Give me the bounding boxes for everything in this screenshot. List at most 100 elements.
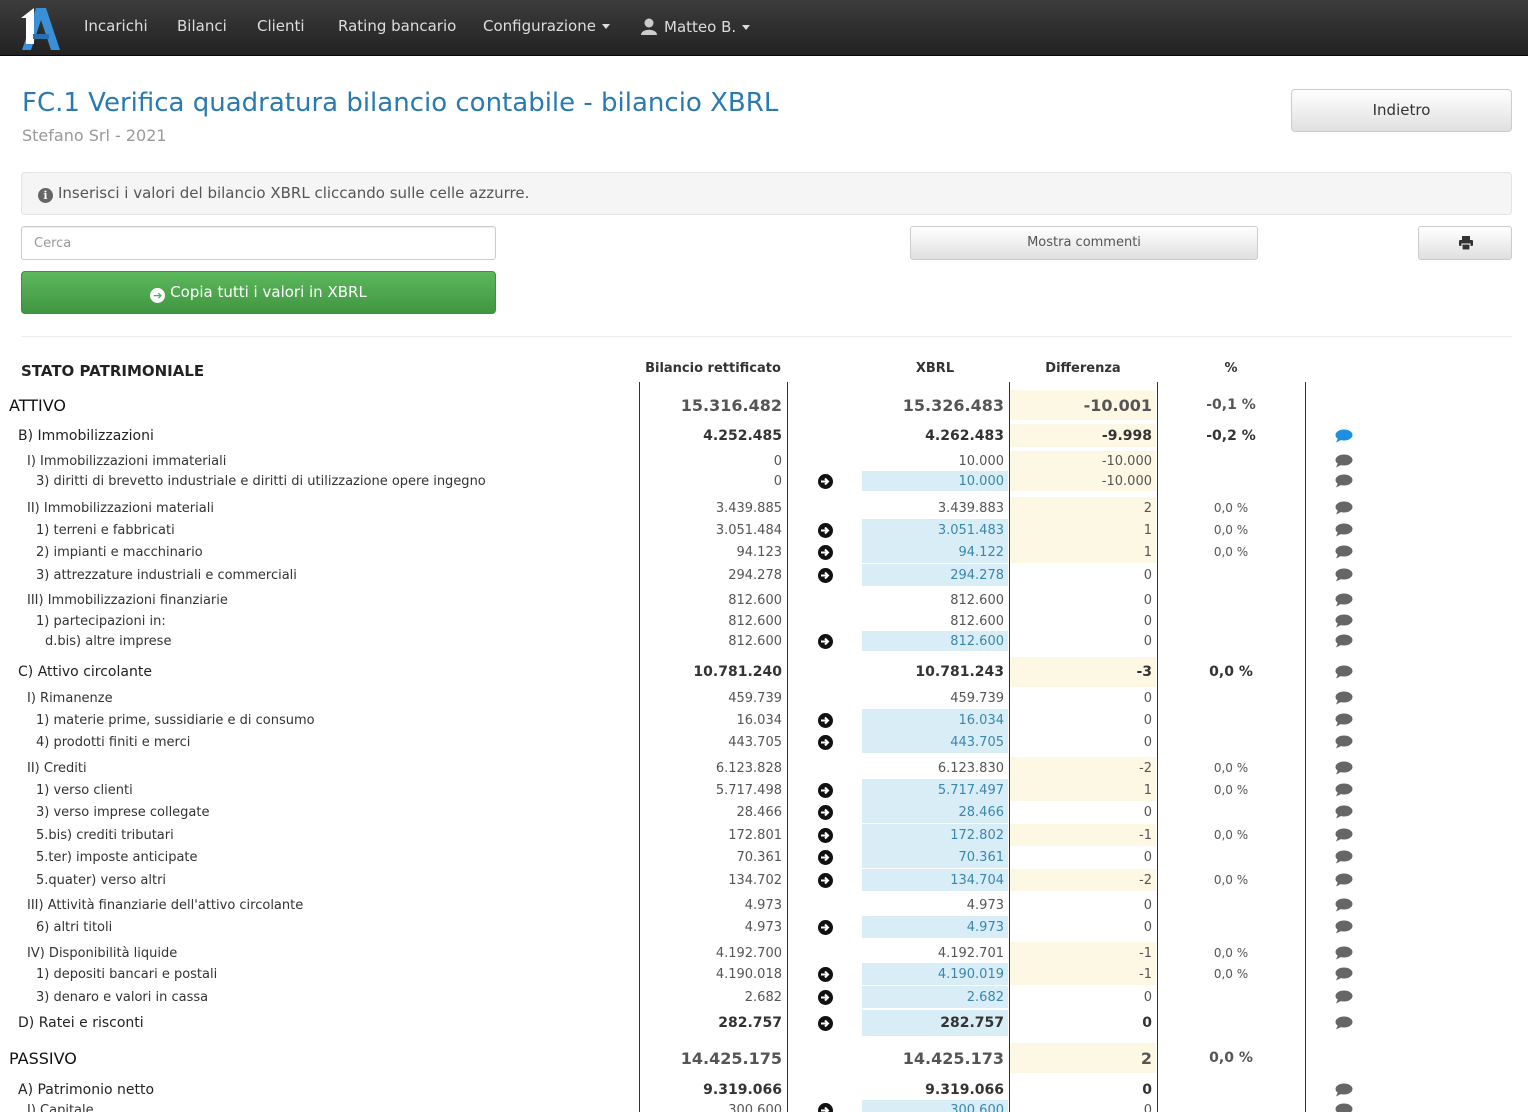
xbrl-value-input[interactable]: 172.802 xyxy=(862,824,1008,846)
copy-arrow-cell xyxy=(812,757,838,779)
comment-button[interactable] xyxy=(1332,424,1356,447)
comment-button[interactable] xyxy=(1332,709,1356,731)
comment-button[interactable] xyxy=(1332,846,1356,868)
arrow-circle-right-icon[interactable] xyxy=(817,734,833,750)
nav-incarichi[interactable]: Incarichi xyxy=(84,17,148,35)
app-logo-icon[interactable] xyxy=(16,4,64,52)
xbrl-value-input[interactable]: 70.361 xyxy=(862,846,1008,868)
comment-button[interactable] xyxy=(1332,1100,1356,1112)
comment-button[interactable] xyxy=(1332,590,1356,610)
xbrl-value-input[interactable]: 294.278 xyxy=(862,564,1008,586)
copy-arrow-cell[interactable] xyxy=(812,801,838,823)
copy-arrow-cell[interactable] xyxy=(812,846,838,868)
copy-arrow-cell[interactable] xyxy=(812,986,838,1008)
comment-button[interactable] xyxy=(1332,869,1356,891)
copy-arrow-cell[interactable] xyxy=(812,963,838,985)
arrow-circle-right-icon[interactable] xyxy=(817,473,833,489)
xbrl-value-input[interactable]: 94.122 xyxy=(862,541,1008,563)
difference-value: 0 xyxy=(1143,567,1152,583)
copy-arrow-cell[interactable] xyxy=(812,1010,838,1036)
xbrl-value-input[interactable]: 28.466 xyxy=(862,801,1008,823)
copy-arrow-cell[interactable] xyxy=(812,779,838,801)
comment-button[interactable] xyxy=(1332,1010,1356,1036)
copy-arrow-cell[interactable] xyxy=(812,869,838,891)
xbrl-value-input[interactable]: 134.704 xyxy=(862,869,1008,891)
table-row: 1) verso clienti 5.717.498 5.717.497 1 0,0 % xyxy=(0,779,1528,801)
arrow-circle-right-icon[interactable] xyxy=(817,989,833,1005)
xbrl-value-input[interactable]: 3.051.483 xyxy=(862,519,1008,541)
comment-button[interactable] xyxy=(1332,631,1356,651)
back-button[interactable]: Indietro xyxy=(1291,89,1512,132)
comment-bubble-icon xyxy=(1335,691,1353,705)
comment-button[interactable] xyxy=(1332,541,1356,563)
arrow-circle-right-icon[interactable] xyxy=(817,712,833,728)
arrow-circle-right-icon[interactable] xyxy=(817,567,833,583)
comment-button[interactable] xyxy=(1332,963,1356,985)
copy-arrow-cell[interactable] xyxy=(812,731,838,753)
comment-button[interactable] xyxy=(1332,986,1356,1008)
xbrl-value-input[interactable]: 2.682 xyxy=(862,986,1008,1008)
copy-all-to-xbrl-button[interactable]: ➔ Copia tutti i valori in XBRL xyxy=(21,271,496,314)
nav-rating-bancario[interactable]: Rating bancario xyxy=(338,17,456,35)
copy-arrow-cell[interactable] xyxy=(812,519,838,541)
xbrl-value-input[interactable]: 10.000 xyxy=(862,471,1008,491)
xbrl-value-input[interactable]: 812.600 xyxy=(862,631,1008,651)
nav-bilanci[interactable]: Bilanci xyxy=(177,17,227,35)
comment-button[interactable] xyxy=(1332,757,1356,779)
comment-button[interactable] xyxy=(1332,916,1356,938)
arrow-circle-right-icon[interactable] xyxy=(817,849,833,865)
copy-arrow-cell[interactable] xyxy=(812,541,838,563)
xbrl-value-input[interactable]: 300.600 xyxy=(862,1100,1008,1112)
copy-arrow-cell[interactable] xyxy=(812,564,838,586)
comment-button[interactable] xyxy=(1332,942,1356,964)
comment-button[interactable] xyxy=(1332,657,1356,687)
copy-arrow-cell[interactable] xyxy=(812,1100,838,1112)
column-header-bilancio: Bilancio rettificato xyxy=(645,361,781,376)
arrow-circle-right-icon[interactable] xyxy=(817,872,833,888)
comment-button[interactable] xyxy=(1332,471,1356,491)
comment-bubble-icon xyxy=(1335,946,1353,960)
arrow-circle-right-icon[interactable] xyxy=(817,827,833,843)
comment-button[interactable] xyxy=(1332,894,1356,916)
comment-button[interactable] xyxy=(1332,611,1356,631)
comment-button[interactable] xyxy=(1332,824,1356,846)
print-button[interactable] xyxy=(1418,226,1512,260)
show-comments-button[interactable]: Mostra commenti xyxy=(910,226,1258,260)
comment-button[interactable] xyxy=(1332,731,1356,753)
search-input[interactable] xyxy=(21,226,496,260)
arrow-circle-right-icon[interactable] xyxy=(817,633,833,649)
copy-arrow-cell[interactable] xyxy=(812,631,838,651)
copy-arrow-cell[interactable] xyxy=(812,709,838,731)
nav-configurazione-dropdown[interactable]: Configurazione xyxy=(483,17,610,35)
arrow-circle-right-icon[interactable] xyxy=(817,782,833,798)
copy-arrow-cell[interactable] xyxy=(812,824,838,846)
difference-value: 0 xyxy=(1143,690,1152,706)
copy-arrow-cell[interactable] xyxy=(812,471,838,491)
xbrl-value-input[interactable]: 5.717.497 xyxy=(862,779,1008,801)
comment-button[interactable] xyxy=(1332,1078,1356,1102)
arrow-circle-right-icon[interactable] xyxy=(817,966,833,982)
comment-button[interactable] xyxy=(1332,779,1356,801)
nav-clienti[interactable]: Clienti xyxy=(257,17,305,35)
xbrl-value-input[interactable]: 443.705 xyxy=(862,731,1008,753)
arrow-circle-right-icon[interactable] xyxy=(817,804,833,820)
comment-button[interactable] xyxy=(1332,801,1356,823)
xbrl-value-input[interactable]: 4.973 xyxy=(862,916,1008,938)
copy-arrow-cell[interactable] xyxy=(812,916,838,938)
comment-button[interactable] xyxy=(1332,451,1356,471)
arrow-circle-right-icon[interactable] xyxy=(817,1102,833,1112)
arrow-circle-right-icon[interactable] xyxy=(817,919,833,935)
arrow-circle-right-icon[interactable] xyxy=(817,522,833,538)
comment-button[interactable] xyxy=(1332,497,1356,519)
bilancio-value: 134.702 xyxy=(728,872,782,888)
comment-button[interactable] xyxy=(1332,564,1356,586)
arrow-circle-right-icon[interactable] xyxy=(817,1015,833,1031)
nav-user-dropdown[interactable]: Matteo B. xyxy=(640,17,751,36)
xbrl-value-input[interactable]: 16.034 xyxy=(862,709,1008,731)
xbrl-value-input[interactable]: 282.757 xyxy=(862,1010,1008,1036)
comment-bubble-icon xyxy=(1335,850,1353,864)
arrow-circle-right-icon[interactable] xyxy=(817,544,833,560)
xbrl-value-input[interactable]: 4.190.019 xyxy=(862,963,1008,985)
comment-button[interactable] xyxy=(1332,687,1356,709)
comment-button[interactable] xyxy=(1332,519,1356,541)
